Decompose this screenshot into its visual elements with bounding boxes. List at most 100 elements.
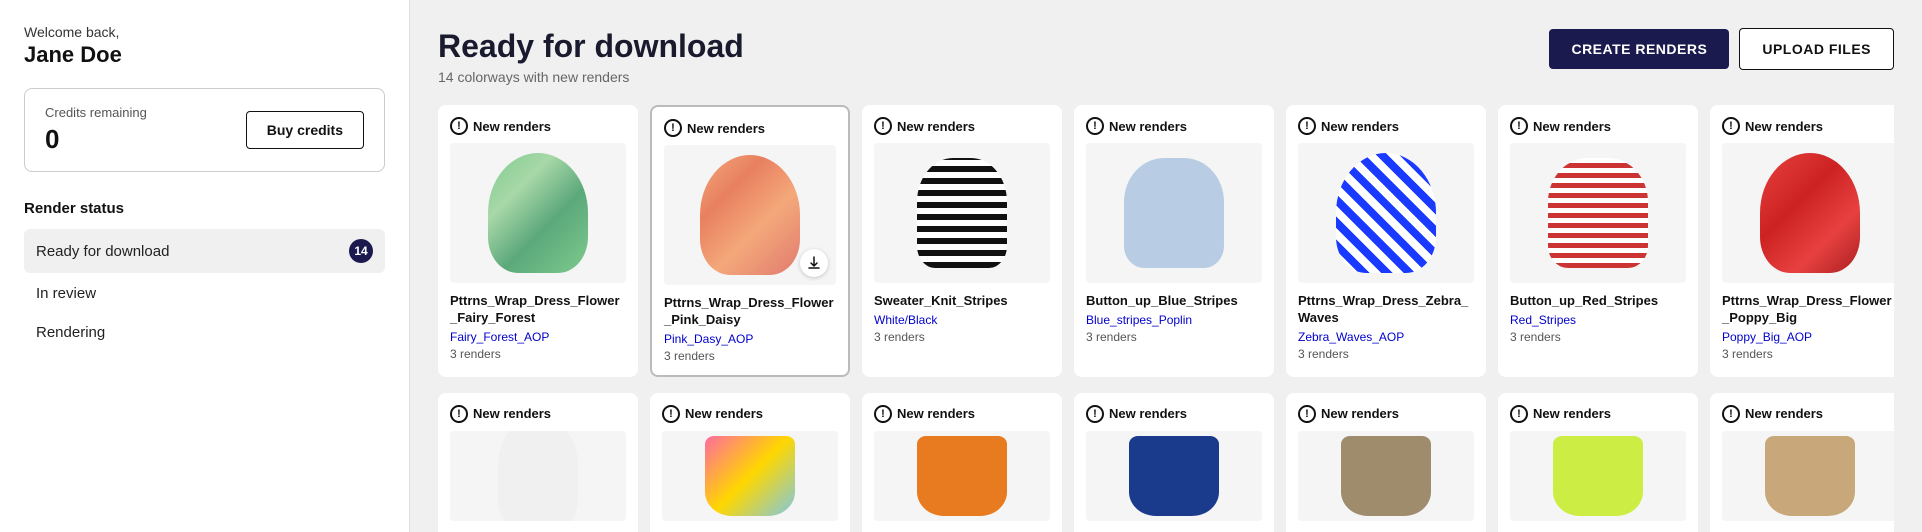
- product-name-p5: Pttrns_Wrap_Dress_Zebra_Waves: [1298, 293, 1474, 327]
- alert-icon: !: [662, 405, 680, 423]
- credits-label: Credits remaining: [45, 105, 147, 120]
- product-name-p3: Sweater_Knit_Stripes: [874, 293, 1050, 310]
- product-image-p14: [1722, 431, 1894, 521]
- product-image-p11: [1086, 431, 1262, 521]
- garment-image: [498, 431, 578, 521]
- product-image-p3: [874, 143, 1050, 283]
- product-card-p11[interactable]: ! New renders: [1074, 393, 1274, 532]
- product-grid-row1: ! New renders Pttrns_Wrap_Dress_Flower_F…: [438, 105, 1894, 385]
- product-card-p2[interactable]: ! New renders Pttrns_Wrap_Dress_Flower_P…: [650, 105, 850, 377]
- sidebar: Welcome back, Jane Doe Credits remaining…: [0, 0, 410, 532]
- product-sub-p7: Poppy_Big_AOP: [1722, 330, 1894, 344]
- new-renders-badge: ! New renders: [1722, 405, 1894, 423]
- create-renders-button[interactable]: CREATE RENDERS: [1549, 29, 1729, 69]
- product-image-p6: [1510, 143, 1686, 283]
- sidebar-item-in-review[interactable]: In review: [24, 275, 385, 312]
- new-renders-badge: ! New renders: [1510, 405, 1686, 423]
- product-card-p12[interactable]: ! New renders: [1286, 393, 1486, 532]
- page-title: Ready for download: [438, 28, 744, 65]
- download-icon: [800, 249, 828, 277]
- product-sub-p5: Zebra_Waves_AOP: [1298, 330, 1474, 344]
- product-renders-p1: 3 renders: [450, 347, 626, 361]
- product-card-p3[interactable]: ! New renders Sweater_Knit_Stripes White…: [862, 105, 1062, 377]
- nav-label-rendering: Rendering: [36, 324, 105, 341]
- product-card-p7[interactable]: ! New renders Pttrns_Wrap_Dress_Flower_P…: [1710, 105, 1894, 377]
- page-subtitle: 14 colorways with new renders: [438, 69, 744, 85]
- new-renders-badge: ! New renders: [1086, 405, 1262, 423]
- product-renders-p7: 3 renders: [1722, 347, 1894, 361]
- product-card-p8[interactable]: ! New renders: [438, 393, 638, 532]
- buy-credits-button[interactable]: Buy credits: [246, 111, 364, 149]
- nav-label-ready: Ready for download: [36, 243, 169, 260]
- product-card-p10[interactable]: ! New renders: [862, 393, 1062, 532]
- sidebar-item-rendering[interactable]: Rendering: [24, 314, 385, 351]
- render-status-label: Render status: [24, 200, 385, 217]
- product-image-p9: [662, 431, 838, 521]
- garment-image: [1124, 158, 1224, 268]
- alert-icon: !: [1510, 117, 1528, 135]
- product-name-p2: Pttrns_Wrap_Dress_Flower_Pink_Daisy: [664, 295, 836, 329]
- new-renders-badge: ! New renders: [662, 405, 838, 423]
- product-image-p13: [1510, 431, 1686, 521]
- product-image-p8: [450, 431, 626, 521]
- product-card-p9[interactable]: ! New renders: [650, 393, 850, 532]
- garment-image: [1341, 436, 1431, 516]
- product-image-p1: [450, 143, 626, 283]
- new-renders-badge: ! New renders: [1298, 405, 1474, 423]
- new-renders-badge: ! New renders: [874, 117, 1050, 135]
- alert-icon: !: [1510, 405, 1528, 423]
- garment-image: [1765, 436, 1855, 516]
- new-renders-badge: ! New renders: [1086, 117, 1262, 135]
- new-renders-badge: ! New renders: [1298, 117, 1474, 135]
- credits-box: Credits remaining 0 Buy credits: [24, 88, 385, 172]
- product-image-p4: [1086, 143, 1262, 283]
- product-grid-row2: ! New renders ! New renders ! New render…: [438, 393, 1894, 532]
- new-renders-badge: ! New renders: [1722, 117, 1894, 135]
- product-image-p2: [664, 145, 836, 285]
- garment-image: [700, 155, 800, 275]
- garment-image: [1553, 436, 1643, 516]
- upload-files-button[interactable]: UPLOAD FILES: [1739, 28, 1894, 70]
- nav-label-in-review: In review: [36, 285, 96, 302]
- alert-icon: !: [664, 119, 682, 137]
- garment-image: [705, 436, 795, 516]
- product-image-p12: [1298, 431, 1474, 521]
- product-renders-p6: 3 renders: [1510, 330, 1686, 344]
- sidebar-item-ready-for-download[interactable]: Ready for download 14: [24, 229, 385, 273]
- new-renders-badge: ! New renders: [1510, 117, 1686, 135]
- product-card-p6[interactable]: ! New renders Button_up_Red_Stripes Red_…: [1498, 105, 1698, 377]
- product-sub-p2: Pink_Dasy_AOP: [664, 332, 836, 346]
- product-image-p5: [1298, 143, 1474, 283]
- product-card-p14[interactable]: ! New renders: [1710, 393, 1894, 532]
- alert-icon: !: [450, 117, 468, 135]
- product-sub-p3: White/Black: [874, 313, 1050, 327]
- nav-badge-ready: 14: [349, 239, 373, 263]
- main-content: Ready for download 14 colorways with new…: [410, 0, 1922, 532]
- main-header: Ready for download 14 colorways with new…: [438, 28, 1894, 85]
- garment-image: [1336, 153, 1436, 273]
- product-name-p7: Pttrns_Wrap_Dress_Flower_Poppy_Big: [1722, 293, 1894, 327]
- new-renders-badge: ! New renders: [664, 119, 836, 137]
- product-card-p5[interactable]: ! New renders Pttrns_Wrap_Dress_Zebra_Wa…: [1286, 105, 1486, 377]
- product-card-p1[interactable]: ! New renders Pttrns_Wrap_Dress_Flower_F…: [438, 105, 638, 377]
- product-sub-p6: Red_Stripes: [1510, 313, 1686, 327]
- product-name-p6: Button_up_Red_Stripes: [1510, 293, 1686, 310]
- product-card-p4[interactable]: ! New renders Button_up_Blue_Stripes Blu…: [1074, 105, 1274, 377]
- product-image-p10: [874, 431, 1050, 521]
- alert-icon: !: [1086, 405, 1104, 423]
- product-name-p1: Pttrns_Wrap_Dress_Flower_Fairy_Forest: [450, 293, 626, 327]
- alert-icon: !: [1298, 405, 1316, 423]
- alert-icon: !: [874, 405, 892, 423]
- product-sub-p1: Fairy_Forest_AOP: [450, 330, 626, 344]
- product-image-p7: [1722, 143, 1894, 283]
- garment-image: [917, 158, 1007, 268]
- alert-icon: !: [450, 405, 468, 423]
- user-name: Jane Doe: [24, 42, 385, 68]
- garment-image: [1129, 436, 1219, 516]
- welcome-text: Welcome back,: [24, 24, 385, 40]
- alert-icon: !: [1722, 117, 1740, 135]
- new-renders-badge: ! New renders: [874, 405, 1050, 423]
- product-card-p13[interactable]: ! New renders: [1498, 393, 1698, 532]
- product-renders-p3: 3 renders: [874, 330, 1050, 344]
- credits-value: 0: [45, 124, 147, 155]
